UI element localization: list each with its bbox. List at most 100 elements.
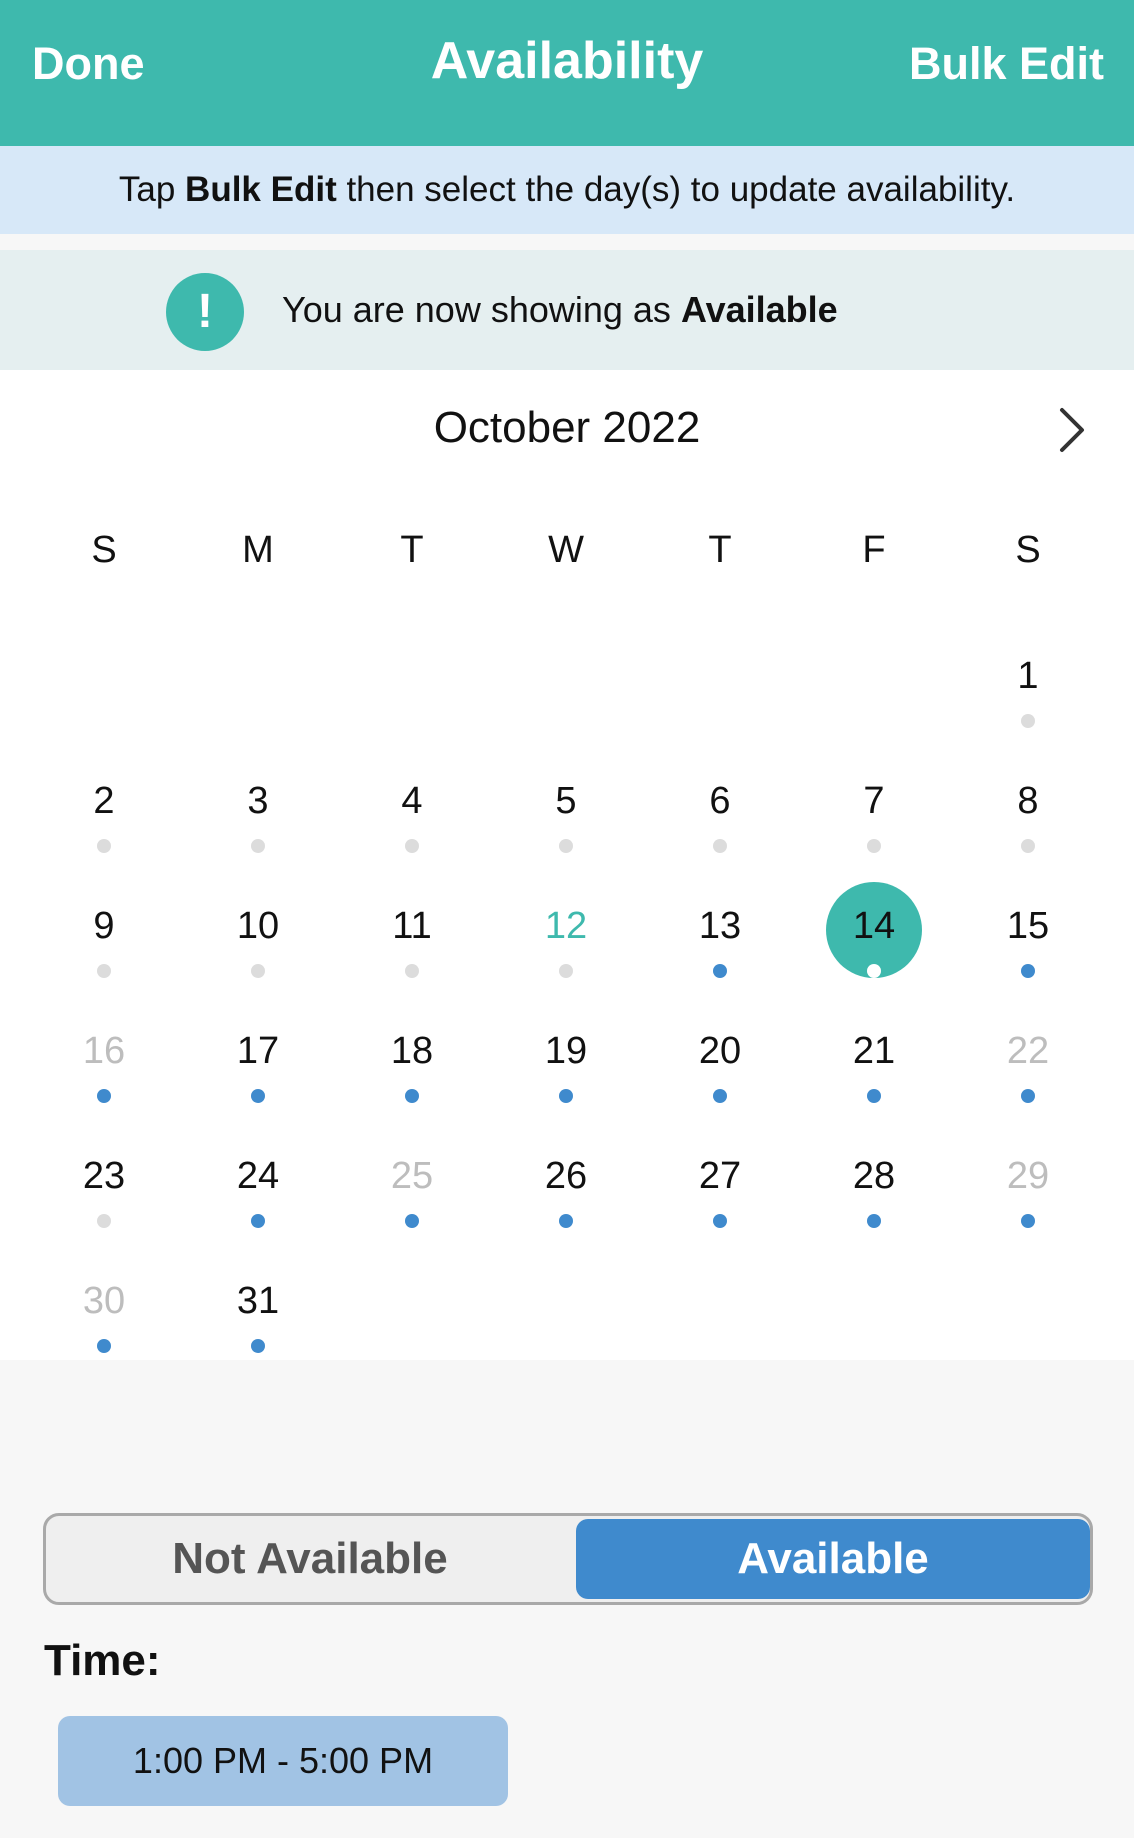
weekday-header: T <box>400 529 424 571</box>
day-cell[interactable]: 1 <box>951 632 1105 742</box>
availability-dot-icon <box>251 1089 265 1103</box>
day-number: 21 <box>852 1030 896 1072</box>
day-cell[interactable]: 21 <box>797 1007 951 1117</box>
day-cell[interactable]: 28 <box>797 1132 951 1242</box>
availability-dot-icon <box>405 1214 419 1228</box>
day-number: 22 <box>1006 1030 1050 1072</box>
availability-dot-icon <box>251 1339 265 1353</box>
weekday-header: M <box>242 529 274 571</box>
availability-dot-icon <box>867 839 881 853</box>
day-cell[interactable]: 23 <box>27 1132 181 1242</box>
day-number: 17 <box>236 1030 280 1072</box>
weekday-header: S <box>91 529 117 571</box>
availability-dot-icon <box>1021 1089 1035 1103</box>
day-number: 3 <box>247 780 269 822</box>
next-month-button[interactable] <box>1050 406 1094 454</box>
day-number: 11 <box>392 905 432 947</box>
availability-dot-icon <box>1021 714 1035 728</box>
day-number: 7 <box>863 780 885 822</box>
day-cell[interactable]: 18 <box>335 1007 489 1117</box>
availability-dot-icon <box>713 1089 727 1103</box>
month-label: October 2022 <box>433 403 701 452</box>
day-number: 15 <box>1006 905 1050 947</box>
availability-dot-icon <box>713 839 727 853</box>
availability-dot-icon <box>97 839 111 853</box>
day-cell[interactable]: 31 <box>181 1257 335 1367</box>
day-cell[interactable]: 3 <box>181 757 335 867</box>
day-cell[interactable]: 12 <box>489 882 643 992</box>
availability-dot-icon <box>251 1214 265 1228</box>
day-cell[interactable]: 8 <box>951 757 1105 867</box>
day-number: 4 <box>401 780 423 822</box>
day-cell[interactable]: 24 <box>181 1132 335 1242</box>
day-cell[interactable]: 16 <box>27 1007 181 1117</box>
availability-dot-icon <box>867 1089 881 1103</box>
day-number: 27 <box>698 1155 742 1197</box>
day-cell[interactable]: 4 <box>335 757 489 867</box>
availability-dot-icon <box>251 964 265 978</box>
time-range-button[interactable]: 1:00 PM - 5:00 PM <box>58 1716 508 1806</box>
day-cell[interactable]: 26 <box>489 1132 643 1242</box>
availability-dot-icon <box>97 1214 111 1228</box>
bulk-edit-button[interactable]: Bulk Edit <box>909 38 1104 90</box>
day-cell[interactable]: 15 <box>951 882 1105 992</box>
day-cell[interactable]: 22 <box>951 1007 1105 1117</box>
calendar: October 2022 S M T W T F S 1 2 3 4 5 6 7 8 9 10 11 12 13 14 1… <box>0 370 1134 1360</box>
weekday-header: W <box>548 529 584 571</box>
day-cell[interactable]: 9 <box>27 882 181 992</box>
info-prefix: Tap <box>118 170 186 209</box>
availability-dot-icon <box>559 839 573 853</box>
day-number: 6 <box>709 780 731 822</box>
nav-header: Done Availability Bulk Edit <box>0 0 1134 146</box>
day-number: 29 <box>1006 1155 1050 1197</box>
day-number: 20 <box>698 1030 742 1072</box>
day-number: 1 <box>1017 655 1039 697</box>
chevron-right-icon <box>1060 408 1084 452</box>
availability-dot-icon <box>405 1089 419 1103</box>
availability-dot-icon <box>405 964 419 978</box>
day-cell[interactable]: 20 <box>643 1007 797 1117</box>
day-number: 12 <box>544 905 588 947</box>
day-cell[interactable]: 30 <box>27 1257 181 1367</box>
availability-dot-icon <box>867 964 881 978</box>
day-number: 2 <box>93 780 115 822</box>
day-cell[interactable]: 2 <box>27 757 181 867</box>
day-cell[interactable]: 5 <box>489 757 643 867</box>
day-cell[interactable]: 27 <box>643 1132 797 1242</box>
availability-dot-icon <box>713 964 727 978</box>
day-number: 18 <box>390 1030 434 1072</box>
day-cell[interactable]: 25 <box>335 1132 489 1242</box>
availability-toggle: Not Available Available <box>43 1513 1093 1605</box>
day-cell[interactable]: 29 <box>951 1132 1105 1242</box>
day-number: 19 <box>544 1030 588 1072</box>
status-bar: ! You are now showing as Available <box>0 250 1134 370</box>
day-number: 26 <box>544 1155 588 1197</box>
day-number: 16 <box>82 1030 126 1072</box>
day-number: 10 <box>236 905 280 947</box>
availability-dot-icon <box>713 1214 727 1228</box>
day-cell[interactable]: 17 <box>181 1007 335 1117</box>
day-cell[interactable]: 11 <box>335 882 489 992</box>
not-available-option[interactable]: Not Available <box>46 1516 574 1602</box>
day-number: 25 <box>390 1155 434 1197</box>
status-text: You are now showing as Available <box>282 250 838 370</box>
availability-dot-icon <box>1021 1214 1035 1228</box>
availability-dot-icon <box>559 1089 573 1103</box>
weekday-header: S <box>1015 529 1041 571</box>
availability-dot-icon <box>97 1089 111 1103</box>
day-number: 13 <box>698 905 742 947</box>
info-suffix: then select the day(s) to update availab… <box>336 170 1016 209</box>
availability-dot-icon <box>559 964 573 978</box>
day-number: 14 <box>852 905 896 947</box>
weekday-header: T <box>708 529 732 571</box>
status-prefix: You are now showing as <box>282 289 681 330</box>
day-cell[interactable]: 6 <box>643 757 797 867</box>
available-option[interactable]: Available <box>576 1519 1090 1599</box>
day-cell[interactable]: 10 <box>181 882 335 992</box>
availability-dot-icon <box>97 1339 111 1353</box>
day-cell[interactable]: 14 <box>797 882 951 992</box>
day-cell[interactable]: 19 <box>489 1007 643 1117</box>
info-banner: Tap Bulk Edit then select the day(s) to … <box>0 146 1134 234</box>
day-cell[interactable]: 13 <box>643 882 797 992</box>
day-cell[interactable]: 7 <box>797 757 951 867</box>
